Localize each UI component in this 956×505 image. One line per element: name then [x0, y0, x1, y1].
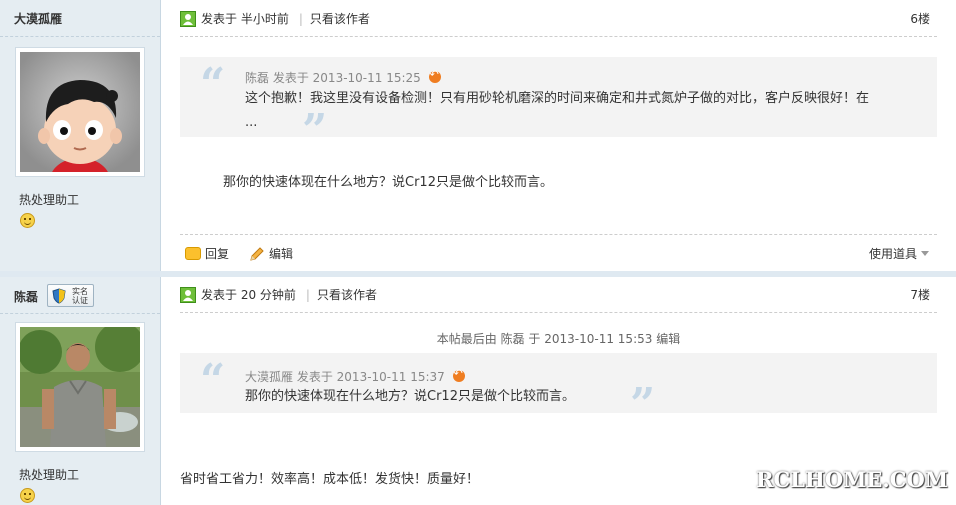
user-rank: 热处理助工	[19, 193, 80, 207]
separator: |	[305, 287, 310, 302]
edit-note: 本帖最后由 陈磊 于 2013-10-11 15:53 编辑	[436, 332, 681, 346]
divider	[0, 313, 160, 314]
edit-label: 编辑	[269, 247, 294, 261]
post-message: 省时省工省力！效率高！成本低！发货快！质量好！	[180, 472, 480, 487]
tools-label: 使用道具	[868, 247, 917, 261]
quote-line: 那你的快速体现在什么地方？说Cr12只是做个比较而言。	[245, 389, 575, 404]
author-name[interactable]: 陈磊	[14, 288, 38, 305]
cartoon-avatar-image	[20, 52, 140, 172]
post-6: 大漠孤雁 热处理助工 发表于 半小时前 | 只看该作者 6楼 “ 陈磊 发表于 …	[0, 0, 956, 271]
floor-number[interactable]: 7楼	[910, 286, 930, 303]
divider	[180, 234, 937, 235]
divider	[0, 36, 160, 37]
reply-button[interactable]: 回复	[185, 245, 229, 262]
quote-time: 发表于 2013-10-11 15:37	[296, 370, 445, 384]
verified-badge[interactable]: 实名认证	[47, 284, 94, 307]
post-actions: 回复 编辑	[185, 245, 313, 262]
quote-author: 大漠孤雁	[245, 370, 294, 384]
post-time: 发表于 20 分钟前	[201, 288, 296, 302]
site-watermark: RCLHOME.COM	[756, 467, 948, 492]
only-author-link[interactable]: 只看该作者	[310, 10, 370, 27]
edit-button[interactable]: 编辑	[249, 245, 293, 262]
avatar[interactable]	[15, 47, 145, 177]
quote-author: 陈磊	[245, 71, 270, 85]
online-status-icon	[180, 286, 196, 303]
close-quote-icon: ”	[630, 379, 656, 430]
user-rank: 热处理助工	[19, 468, 80, 482]
quote-header: 陈磊 发表于 2013-10-11 15:25	[245, 68, 441, 86]
post-message: 那你的快速体现在什么地方？说Cr12只是做个比较而言。	[223, 175, 553, 190]
open-quote-icon: “	[200, 355, 226, 406]
divider	[180, 36, 937, 37]
post-time: 发表于 半小时前	[201, 12, 289, 26]
post-meta: 发表于 20 分钟前 | 只看该作者	[180, 286, 377, 303]
author-name[interactable]: 大漠孤雁	[14, 10, 62, 27]
quote-header: 大漠孤雁 发表于 2013-10-11 15:37	[245, 367, 465, 385]
shield-icon	[52, 288, 66, 304]
close-quote-icon: ”	[302, 105, 328, 156]
quote-line: 这个抱歉！我这里没有设备检测！只有用砂轮机磨深的时间来确定和井式氮炉子做的对比，…	[245, 91, 870, 106]
quote-block: “ 陈磊 发表于 2013-10-11 15:25 这个抱歉！我这里没有设备检测…	[180, 57, 937, 153]
photo-avatar-image	[20, 327, 140, 447]
quote-line: ...	[245, 115, 258, 130]
separator: |	[298, 11, 303, 26]
post-content: 发表于 半小时前 | 只看该作者 6楼 “ 陈磊 发表于 2013-10-11 …	[161, 0, 956, 271]
quote-block: “ 大漠孤雁 发表于 2013-10-11 15:37 那你的快速体现在什么地方…	[180, 353, 937, 427]
author-sidebar: 大漠孤雁 热处理助工	[0, 0, 161, 271]
smiley-icon	[20, 213, 35, 228]
online-status-icon	[180, 10, 196, 27]
quote-body: 那你的快速体现在什么地方？说Cr12只是做个比较而言。	[245, 385, 575, 409]
use-tools-menu[interactable]: 使用道具	[869, 245, 929, 262]
post-meta: 发表于 半小时前 | 只看该作者	[180, 10, 370, 27]
avatar[interactable]	[15, 322, 145, 452]
jump-to-post-icon[interactable]	[428, 68, 441, 83]
only-author-link[interactable]: 只看该作者	[317, 286, 377, 303]
quote-body: 这个抱歉！我这里没有设备检测！只有用砂轮机磨深的时间来确定和井式氮炉子做的对比，…	[245, 87, 869, 135]
smiley-icon	[20, 488, 35, 503]
reply-icon	[185, 247, 201, 260]
pencil-icon	[250, 246, 264, 261]
author-sidebar: 陈磊 实名认证 热处理助工	[0, 277, 161, 505]
divider	[180, 312, 937, 313]
badge-label: 实名认证	[72, 287, 88, 305]
reply-label: 回复	[205, 247, 230, 261]
open-quote-icon: “	[200, 59, 226, 110]
floor-number[interactable]: 6楼	[910, 10, 930, 27]
quote-time: 发表于 2013-10-11 15:25	[272, 71, 421, 85]
jump-to-post-icon[interactable]	[452, 367, 465, 382]
chevron-down-icon	[921, 251, 929, 256]
